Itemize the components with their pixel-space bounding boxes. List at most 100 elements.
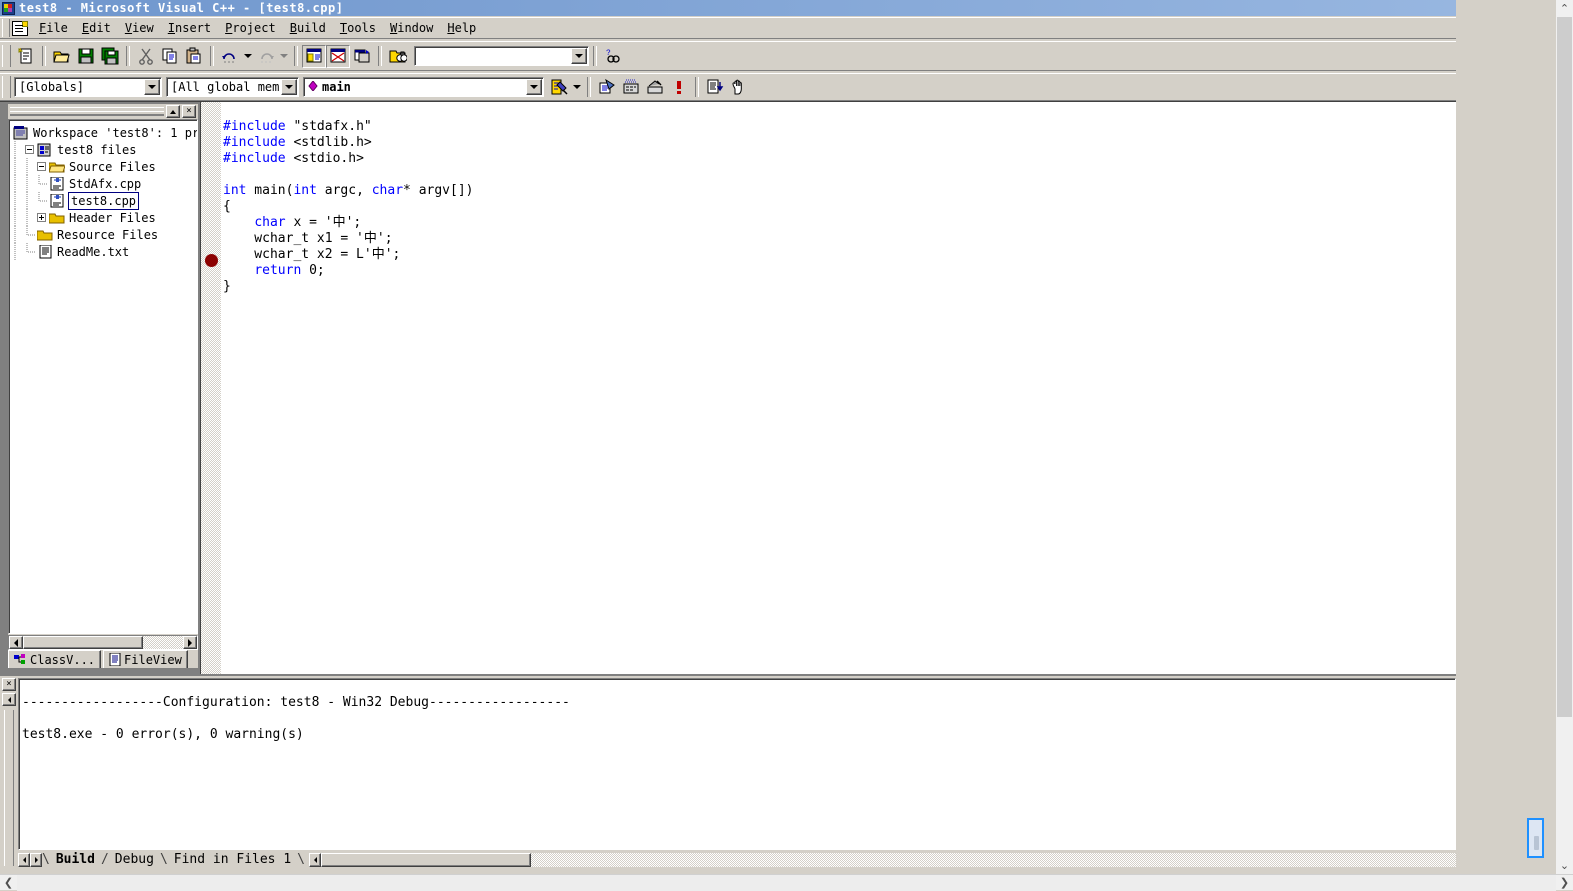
menu-window[interactable]: Window	[383, 19, 440, 37]
new-text-file-button[interactable]	[14, 45, 38, 68]
output-tabs-prev-button[interactable]	[18, 853, 30, 867]
open-button[interactable]	[50, 45, 74, 68]
find-combo-dropdown-button[interactable]	[571, 48, 587, 64]
stop-build-button[interactable]	[643, 76, 667, 99]
workspace-scroll-thumb[interactable]	[23, 636, 143, 649]
copy-button[interactable]	[158, 45, 182, 68]
tab-find-in-files-1[interactable]: Find in Files 1	[168, 852, 297, 867]
viewer-vscroll-thumb[interactable]	[1557, 17, 1572, 717]
workspace-minimize-button[interactable]	[166, 105, 180, 118]
menu-build[interactable]: Build	[283, 19, 333, 37]
menu-help[interactable]: Help	[440, 19, 483, 37]
wizardbar-icon	[550, 78, 568, 96]
output-hscroll-track[interactable]	[531, 853, 1456, 867]
undo-dropdown-button[interactable]	[242, 45, 254, 68]
find-in-files-button[interactable]	[386, 45, 410, 68]
tree-item-test8-files[interactable]: test8 files	[13, 141, 197, 158]
output-pane-gripper[interactable]	[4, 710, 14, 866]
filter-combo-dropdown-button[interactable]	[281, 79, 297, 95]
wizardbar-grip[interactable]	[2, 76, 11, 98]
cut-button[interactable]	[134, 45, 158, 68]
save-all-button[interactable]	[98, 45, 122, 68]
tab-classview[interactable]: ClassV...	[8, 650, 101, 668]
execute-program-button[interactable]	[667, 76, 691, 99]
scroll-right-button[interactable]	[183, 636, 197, 649]
member-combo[interactable]: main	[303, 77, 544, 97]
tree-expand-button[interactable]	[37, 213, 46, 222]
viewer-scroll-right-button[interactable]: ❯	[1556, 875, 1573, 891]
wizardbar-dropdown-button[interactable]	[571, 76, 583, 99]
output-scroll-left-button[interactable]	[2, 693, 16, 706]
tree-item-label: test8 files	[57, 142, 136, 158]
save-button[interactable]	[74, 45, 98, 68]
breakpoint-marker[interactable]	[205, 254, 218, 267]
workspace-pane-gripper[interactable]: ×	[8, 104, 198, 119]
member-combo-dropdown-button[interactable]	[526, 79, 542, 95]
wizardbar-action-button[interactable]	[547, 76, 571, 99]
tab-debug[interactable]: Debug	[109, 852, 160, 867]
output-text-container[interactable]: ------------------Configuration: test8 -…	[18, 678, 1456, 850]
tab-fileview[interactable]: FileView	[103, 650, 188, 668]
member-combo-value[interactable]: main	[322, 78, 525, 96]
compile-button[interactable]	[595, 76, 619, 99]
tree-item-stdafx-cpp[interactable]: StdAfx.cpp	[13, 175, 197, 192]
file-view-tree[interactable]: Workspace 'test8': 1 prtest8 filesSource…	[9, 120, 197, 260]
tree-item-resource-files[interactable]: Resource Files	[13, 226, 197, 243]
viewer-horizontal-scrollbar[interactable]: ❮ ❯	[0, 874, 1573, 890]
paste-button[interactable]	[182, 45, 206, 68]
viewer-vscroll-track[interactable]	[1556, 17, 1573, 857]
output-horizontal-scrollbar[interactable]	[309, 853, 1456, 867]
output-toggle-button[interactable]	[326, 45, 350, 68]
class-combo-value[interactable]: [Globals]	[15, 78, 143, 96]
search-help-button[interactable]: ?	[601, 45, 625, 68]
menu-insert[interactable]: Insert	[161, 19, 218, 37]
workspace-toggle-button[interactable]	[302, 45, 326, 68]
window-list-button[interactable]	[350, 45, 374, 68]
standard-toolbar-grip[interactable]	[2, 45, 11, 67]
menu-project[interactable]: Project	[218, 19, 283, 37]
output-hscroll-left-button[interactable]	[309, 853, 321, 867]
menu-tools[interactable]: Tools	[333, 19, 383, 37]
redo-button[interactable]	[254, 45, 278, 68]
viewer-vertical-scrollbar[interactable]: ⌃ ⌄	[1556, 0, 1573, 874]
redo-dropdown-button[interactable]	[278, 45, 290, 68]
go-button[interactable]	[703, 76, 727, 99]
menu-bar-grip[interactable]	[2, 19, 10, 37]
tree-item-workspace-test8-1-pr[interactable]: Workspace 'test8': 1 pr	[13, 124, 197, 141]
document-control-icon[interactable]	[12, 21, 28, 36]
output-tabs-next-button[interactable]	[30, 853, 42, 867]
tree-item-readme-txt[interactable]: ReadMe.txt	[13, 243, 197, 260]
tree-collapse-button[interactable]	[25, 145, 34, 154]
viewer-scroll-left-button[interactable]: ❮	[0, 875, 17, 891]
class-combo-dropdown-button[interactable]	[144, 79, 160, 95]
folder-icon	[49, 211, 65, 225]
scroll-left-button[interactable]	[9, 636, 23, 649]
tree-collapse-button[interactable]	[37, 162, 46, 171]
workspace-horizontal-scrollbar[interactable]	[8, 635, 198, 650]
class-combo[interactable]: [Globals]	[14, 77, 162, 97]
tab-build[interactable]: Build	[50, 852, 101, 867]
source-code-text[interactable]: #include "stdafx.h"#include <stdlib.h>#i…	[223, 119, 1456, 295]
workspace-close-button[interactable]: ×	[182, 105, 196, 118]
tree-item-source-files[interactable]: Source Files	[13, 158, 197, 175]
output-close-button[interactable]: ×	[2, 678, 16, 691]
output-hscroll-thumb[interactable]	[321, 853, 531, 867]
tree-item-label: test8.cpp	[68, 192, 139, 210]
workspace-scroll-track[interactable]	[143, 636, 183, 649]
tree-item-header-files[interactable]: Header Files	[13, 209, 197, 226]
insert-breakpoint-button[interactable]	[727, 76, 751, 99]
build-button[interactable]	[619, 76, 643, 99]
tree-item-test8-cpp[interactable]: test8.cpp	[13, 192, 197, 209]
filter-combo-value[interactable]: [All global members]	[167, 78, 280, 96]
menu-file[interactable]: File	[32, 19, 75, 37]
toolbar-separator	[378, 46, 382, 66]
viewer-scroll-up-button[interactable]: ⌃	[1556, 0, 1573, 17]
viewer-scroll-thumb-highlight[interactable]	[1527, 818, 1544, 858]
viewer-scroll-down-button[interactable]: ⌄	[1556, 857, 1573, 874]
find-combo[interactable]	[414, 46, 589, 66]
menu-view[interactable]: View	[118, 19, 161, 37]
undo-button[interactable]	[218, 45, 242, 68]
viewer-hscroll-track[interactable]	[17, 875, 1556, 891]
filter-combo[interactable]: [All global members]	[166, 77, 299, 97]
menu-edit[interactable]: Edit	[75, 19, 118, 37]
